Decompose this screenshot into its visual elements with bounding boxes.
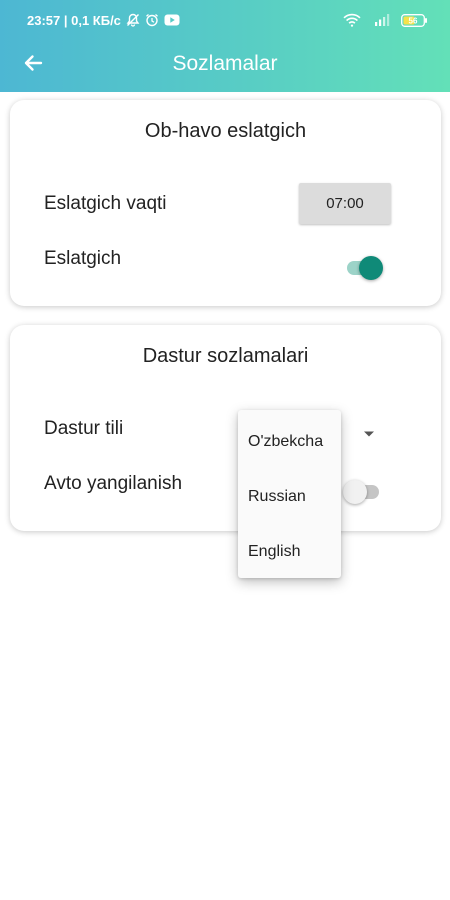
status-time-speed: 23:57 | 0,1 КБ/с [27, 12, 121, 28]
switch-thumb [359, 256, 383, 280]
reminder-time-button[interactable]: 07:00 [299, 183, 391, 224]
wifi-icon [343, 13, 361, 27]
language-option-english[interactable]: English [238, 526, 341, 578]
app-bar: Sozlamalar [0, 40, 450, 92]
switch-thumb [343, 480, 367, 504]
language-label: Dastur tili [44, 418, 124, 439]
app-settings-card-title: Dastur sozlamalari [142, 345, 309, 367]
status-bar: 23:57 | 0,1 КБ/с 56 [0, 0, 450, 40]
page-title: Sozlamalar [172, 52, 278, 75]
alarm-icon [145, 13, 159, 27]
status-right: 56 [343, 13, 428, 27]
reminder-switch[interactable] [343, 255, 383, 281]
language-menu: O'zbekcha Russian English [238, 410, 341, 578]
youtube-icon [164, 14, 180, 26]
language-option-uzbek[interactable]: O'zbekcha [238, 416, 341, 468]
status-left: 23:57 | 0,1 КБ/с [27, 13, 180, 28]
app-settings-card: Dastur sozlamalari Dastur tili Avto yang… [10, 325, 441, 531]
auto-update-label: Avto yangilanish [44, 473, 183, 494]
reminder-label: Eslatgich [44, 248, 122, 269]
battery-icon: 56 [401, 13, 428, 27]
reminder-time-label: Eslatgich vaqti [44, 193, 167, 214]
language-option-russian[interactable]: Russian [238, 471, 341, 523]
signal-icon [371, 13, 391, 27]
mute-bell-icon [126, 13, 140, 27]
battery-level: 56 [409, 16, 418, 25]
auto-update-switch[interactable] [343, 479, 383, 505]
chevron-down-icon [364, 431, 374, 437]
weather-reminder-card: Ob-havo eslatgich Eslatgich vaqti 07:00 … [10, 100, 441, 306]
language-dropdown[interactable] [363, 425, 375, 437]
weather-card-title: Ob-havo eslatgich [144, 120, 307, 142]
top-bar: 23:57 | 0,1 КБ/с 56 Sozlamalar [0, 0, 450, 92]
